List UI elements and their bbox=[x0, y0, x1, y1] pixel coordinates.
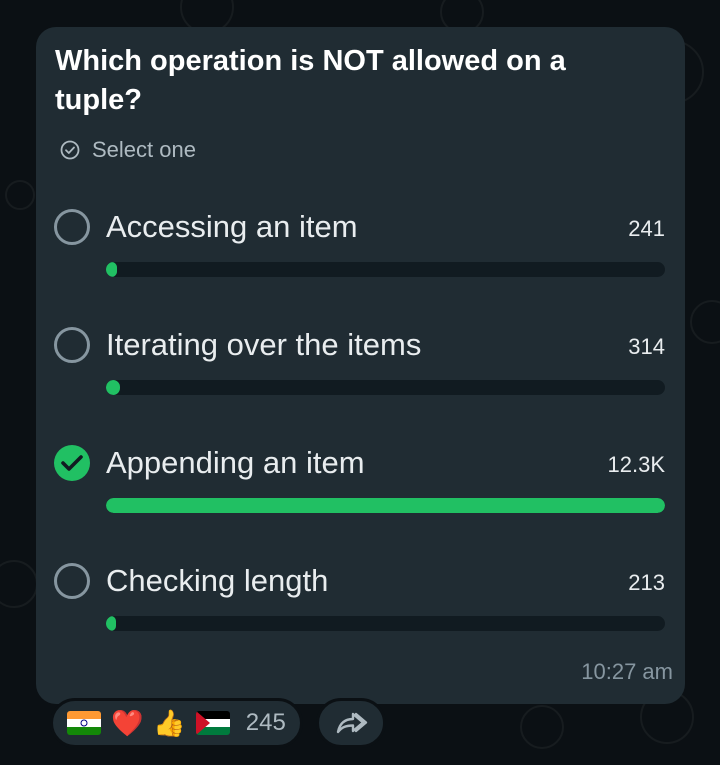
forward-arrow-icon bbox=[336, 712, 368, 734]
vote-count[interactable]: 213 bbox=[628, 569, 665, 597]
radio-button[interactable] bbox=[54, 209, 90, 245]
vote-progress-fill bbox=[106, 498, 665, 513]
select-one-hint: Select one bbox=[60, 137, 196, 163]
poll-option-iterating[interactable]: Iterating over the items 314 bbox=[36, 325, 685, 435]
poll-question: Which operation is NOT allowed on a tupl… bbox=[55, 45, 566, 116]
vote-count[interactable]: 241 bbox=[628, 215, 665, 243]
vote-progress-bar bbox=[106, 498, 665, 513]
poll-option-appending[interactable]: Appending an item 12.3K bbox=[36, 443, 685, 553]
check-circle-icon bbox=[60, 140, 80, 160]
vote-count[interactable]: 314 bbox=[628, 333, 665, 361]
radio-button[interactable] bbox=[54, 327, 90, 363]
palestine-flag-icon bbox=[195, 711, 230, 735]
forward-button[interactable] bbox=[316, 698, 386, 748]
vote-progress-bar bbox=[106, 380, 665, 395]
poll-option-checking-length[interactable]: Checking length 213 bbox=[36, 561, 685, 671]
vote-progress-fill bbox=[106, 616, 116, 631]
india-flag-icon bbox=[67, 711, 101, 735]
radio-button[interactable] bbox=[54, 563, 90, 599]
poll-message-bubble: Which operation is NOT allowed on a tupl… bbox=[36, 27, 685, 704]
option-label: Iterating over the items bbox=[106, 327, 422, 362]
vote-progress-bar bbox=[106, 262, 665, 277]
vote-count[interactable]: 12.3K bbox=[608, 451, 666, 479]
poll-option-accessing[interactable]: Accessing an item 241 bbox=[36, 207, 685, 317]
reaction-count: 245 bbox=[245, 709, 286, 736]
reactions-bar[interactable]: ❤️ 👍 245 bbox=[50, 698, 303, 748]
red-heart-icon: ❤️ bbox=[111, 708, 144, 738]
option-label: Appending an item bbox=[106, 445, 365, 480]
vote-progress-fill bbox=[106, 262, 117, 277]
option-label: Accessing an item bbox=[106, 209, 358, 244]
vote-progress-fill bbox=[106, 380, 120, 395]
message-timestamp: 10:27 am bbox=[581, 659, 673, 684]
vote-progress-bar bbox=[106, 616, 665, 631]
option-label: Checking length bbox=[106, 563, 329, 598]
select-one-label: Select one bbox=[92, 137, 196, 162]
thumbs-up-icon: 👍 bbox=[153, 708, 186, 738]
checkmark-icon bbox=[61, 455, 83, 471]
radio-button-selected[interactable] bbox=[54, 445, 90, 481]
